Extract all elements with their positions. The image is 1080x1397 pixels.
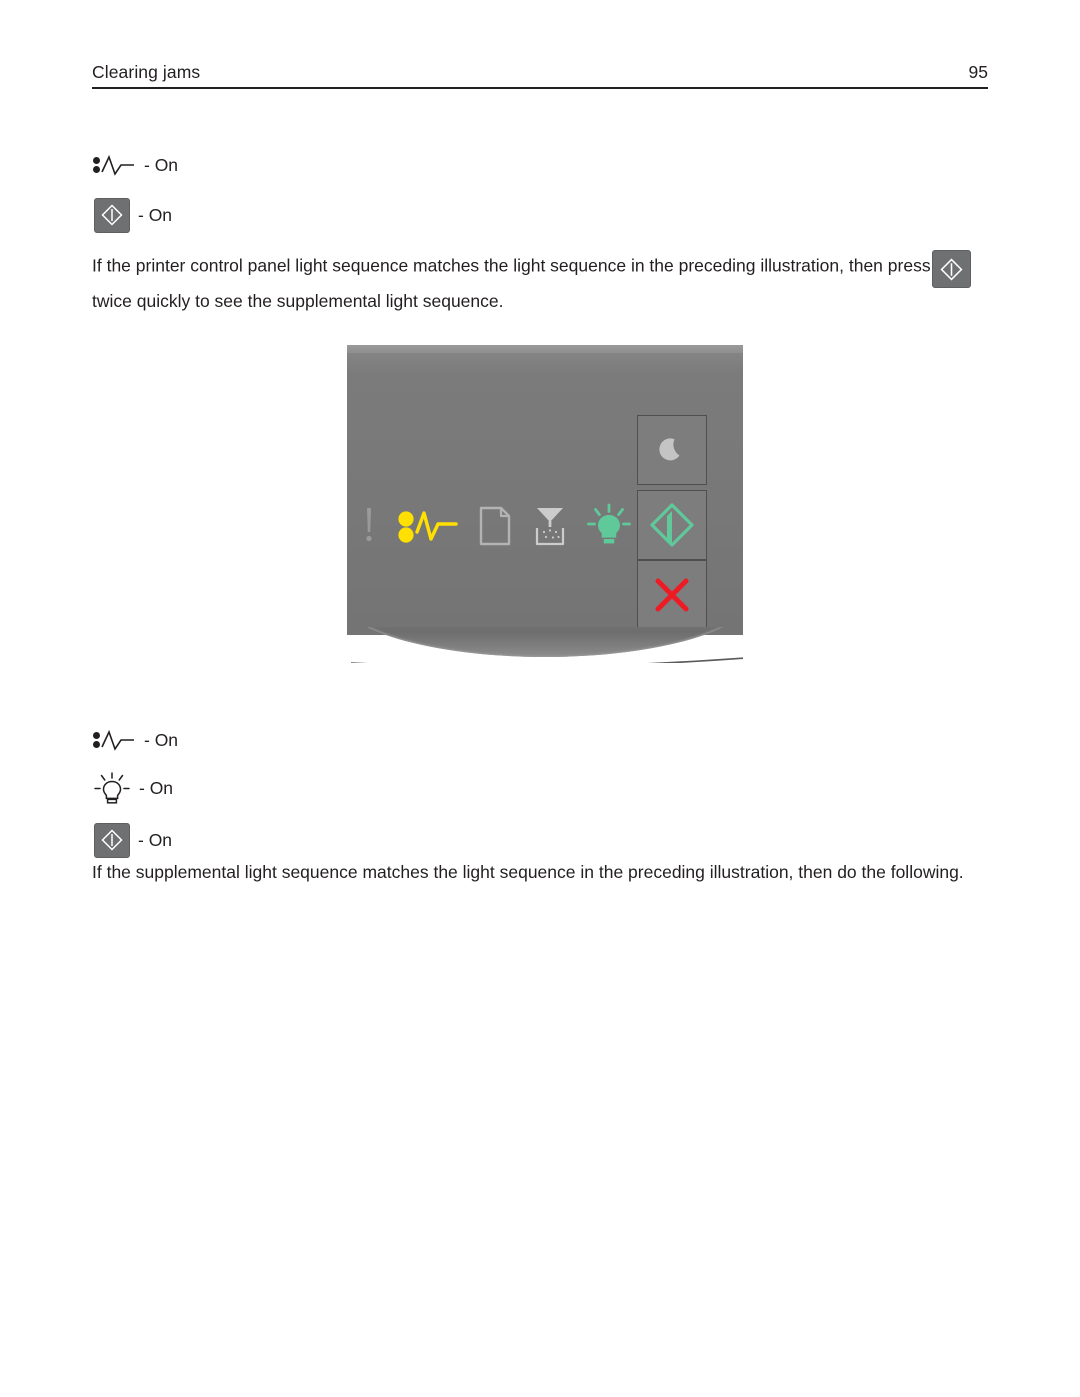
legend-state-label: - On (138, 829, 173, 850)
printer-control-panel-illustration (347, 345, 743, 675)
instruction-text-before: If the printer control panel light seque… (92, 255, 931, 276)
lightbulb-icon (93, 770, 131, 806)
panel-button-column (637, 415, 709, 630)
legend-row-start-supplemental: - On (94, 820, 172, 860)
panel-top-highlight (347, 345, 743, 353)
legend-row-start-primary: - On (94, 195, 172, 235)
sleep-button[interactable] (637, 415, 707, 485)
legend-row-jam-primary: - On (92, 145, 178, 185)
instruction-paragraph-1: If the printer control panel light seque… (92, 248, 992, 316)
stop-cancel-button[interactable] (637, 560, 707, 630)
legend-state-label: - On (139, 777, 174, 798)
start-button-icon-inline (931, 250, 971, 288)
panel-face (347, 345, 743, 635)
instruction-text-after: twice quickly to see the supplemental li… (92, 291, 504, 311)
legend-state-label: - On (144, 154, 179, 175)
lightbulb-icon (587, 503, 631, 549)
paper-jam-icon (92, 727, 136, 753)
paper-jam-icon (92, 152, 136, 178)
panel-bottom-lip (347, 627, 743, 663)
toner-icon (532, 504, 568, 548)
paper-icon (478, 505, 512, 547)
legend-row-bulb-supplemental: - On (93, 768, 173, 808)
legend-state-label: - On (138, 204, 173, 225)
error-icon (361, 504, 377, 548)
start-button[interactable] (637, 490, 707, 560)
paper-jam-icon (397, 504, 459, 548)
start-button-icon (94, 197, 130, 233)
legend-row-jam-supplemental: - On (92, 720, 178, 760)
page-title: Clearing jams (92, 62, 201, 82)
indicator-lights-row (361, 495, 631, 557)
legend-state-label: - On (144, 729, 179, 750)
supplemental-instruction-paragraph: If the supplemental light sequence match… (92, 862, 964, 882)
page-header: Clearing jams 95 (92, 62, 988, 89)
start-button-icon (94, 822, 130, 858)
page-number: 95 (968, 62, 988, 82)
